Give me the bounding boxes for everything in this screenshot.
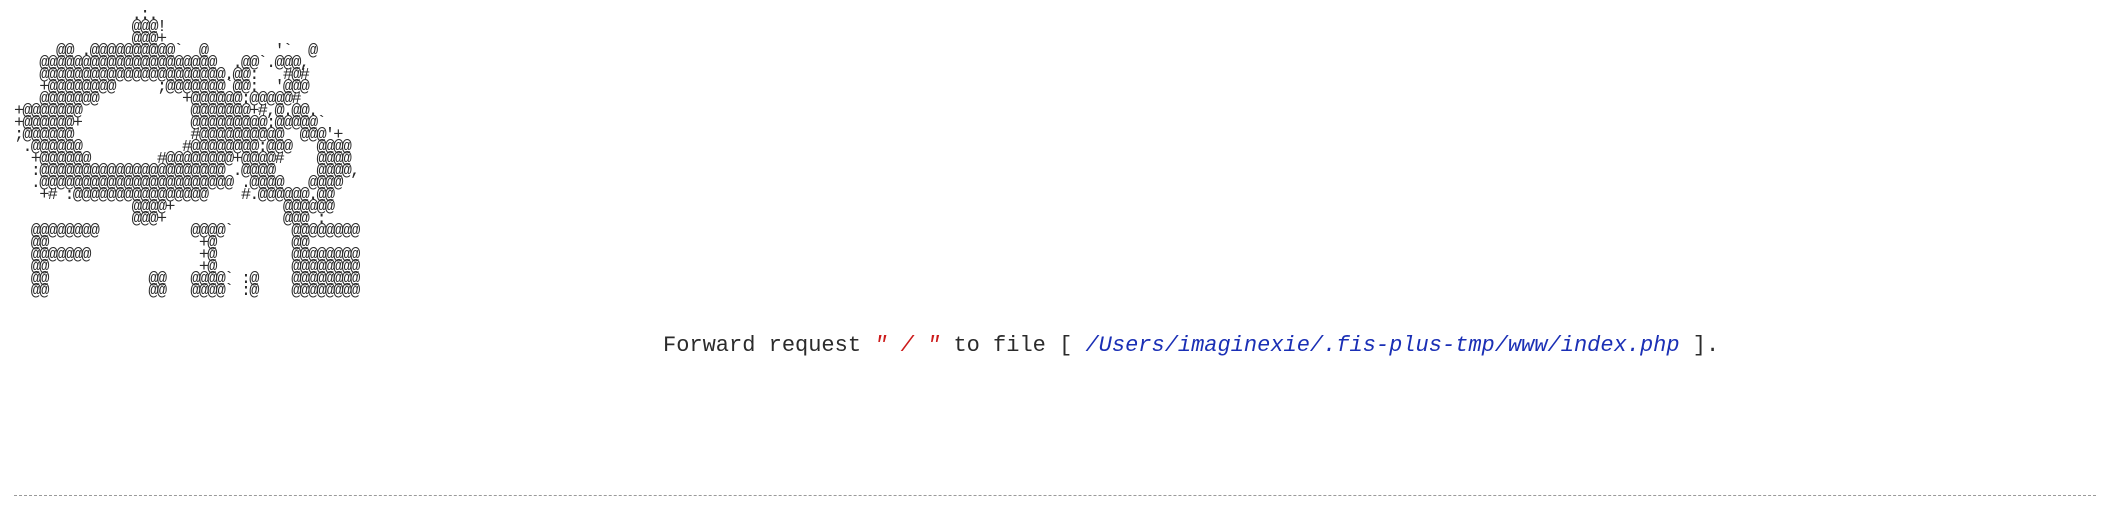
- request-route: " / ": [874, 333, 941, 358]
- forward-request-message: Forward request " / " to file [ /Users/i…: [663, 333, 1719, 359]
- message-middle: to file [: [940, 333, 1086, 358]
- target-file-path: /Users/imaginexie/.fis-plus-tmp/www/inde…: [1085, 333, 1680, 358]
- ascii-art-logo: .:. @@@! @@@+ @@ .@@@@@@@@@@` @ '` @ @@@…: [14, 6, 360, 301]
- message-prefix: Forward request: [663, 333, 875, 358]
- message-suffix: ].: [1679, 333, 1720, 358]
- dashed-divider: [14, 495, 2096, 496]
